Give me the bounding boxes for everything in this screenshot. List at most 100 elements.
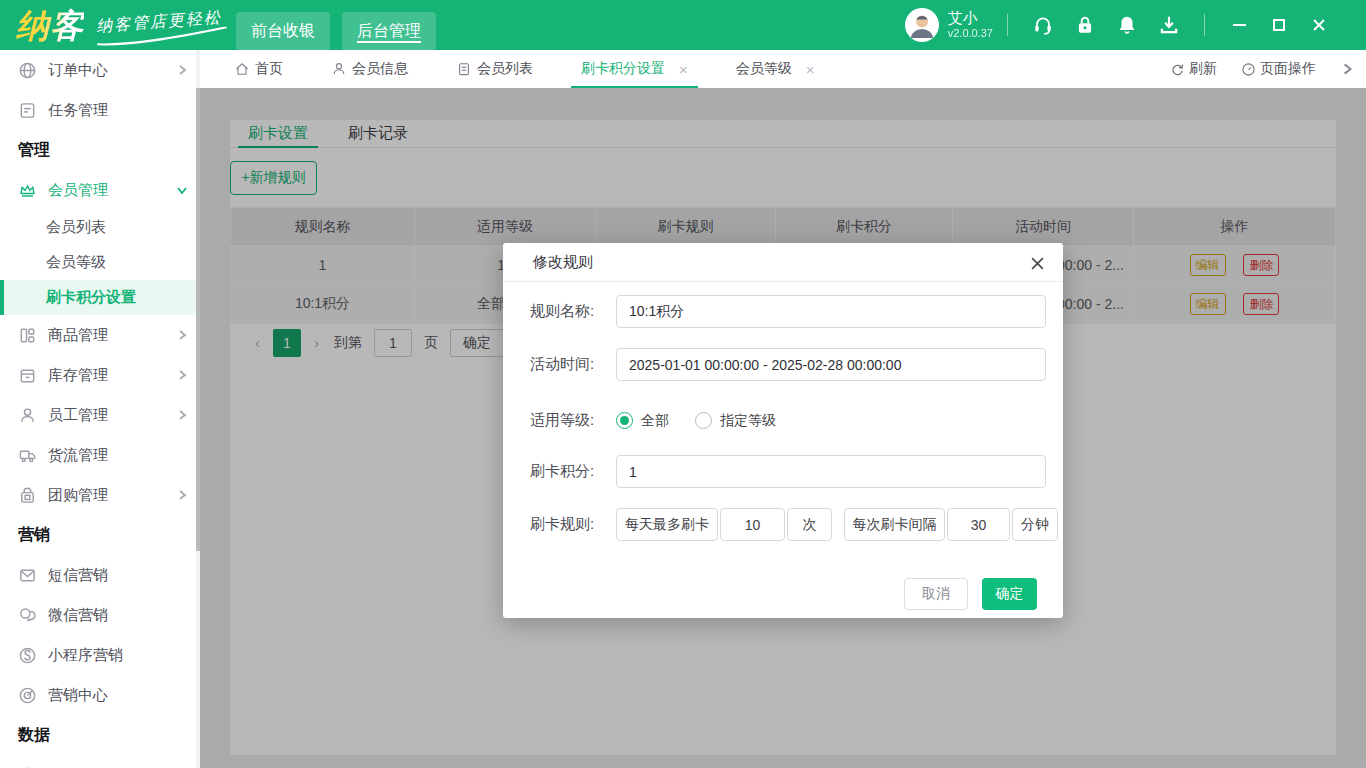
chevron-right-icon	[176, 369, 188, 381]
sidebar-item-groupbuy-mgmt[interactable]: 团购管理	[0, 475, 200, 515]
sidebar-item-order-center[interactable]: 订单中心	[0, 50, 200, 90]
minimize-button[interactable]	[1230, 16, 1248, 34]
modal-header: 修改规则	[503, 243, 1063, 282]
sidebar: 订单中心 任务管理 管理 会员管理 会员列表 会员等级 刷卡积分设置 商品管理 …	[0, 50, 200, 768]
tab-close-icon[interactable]: ×	[679, 62, 688, 77]
cancel-button[interactable]: 取消	[904, 578, 968, 610]
close-button[interactable]	[1310, 16, 1328, 34]
level-row: 适用等级: 全部 指定等级	[530, 404, 1046, 437]
divider	[1007, 14, 1008, 36]
rule-name-input[interactable]: 10:1积分	[616, 295, 1046, 328]
tabbar-actions: 刷新 页面操作	[1170, 60, 1366, 78]
page-actions[interactable]: 页面操作	[1241, 60, 1316, 78]
interval-label: 每次刷卡间隔	[844, 508, 945, 541]
sidebar-item-sms-marketing[interactable]: 短信营销	[0, 555, 200, 595]
radio-specified-levels[interactable]: 指定等级	[695, 412, 776, 430]
max-swipes-input[interactable]: 10	[720, 508, 785, 541]
support-icon[interactable]	[1032, 14, 1054, 36]
chevron-right-icon	[176, 489, 188, 501]
edit-rule-modal: 修改规则 规则名称: 10:1积分 活动时间: 2025-01-01 00:00…	[503, 243, 1063, 618]
points-label: 刷卡积分:	[530, 462, 616, 481]
points-input[interactable]: 1	[616, 455, 1046, 488]
tab-close-icon[interactable]: ×	[806, 62, 815, 77]
app-window: 纳客 纳客管店更轻松 前台收银 后台管理 艾小 v2.0.0.37	[0, 0, 1366, 768]
gauge-icon	[1241, 62, 1256, 77]
envelope-icon	[18, 566, 37, 585]
download-icon[interactable]	[1158, 14, 1180, 36]
sidebar-section-management: 管理	[0, 130, 200, 170]
sidebar-item-card-points-settings[interactable]: 刷卡积分设置	[0, 280, 200, 315]
sidebar-item-inventory-mgmt[interactable]: 库存管理	[0, 355, 200, 395]
sidebar-item-wechat-marketing[interactable]: 微信营销	[0, 595, 200, 635]
nav-front-cashier[interactable]: 前台收银	[236, 12, 330, 50]
max-swipes-label: 每天最多刷卡	[616, 508, 718, 541]
target-icon	[18, 686, 37, 705]
products-icon	[18, 326, 37, 345]
user-meta: 艾小 v2.0.0.37	[948, 9, 993, 40]
tab-member-info[interactable]: 会员信息	[325, 50, 414, 88]
rule-name-row: 规则名称: 10:1积分	[530, 295, 1046, 328]
interval-input[interactable]: 30	[947, 508, 1010, 541]
level-label: 适用等级:	[530, 411, 616, 430]
activity-time-input[interactable]: 2025-01-01 00:00:00 - 2025-02-28 00:00:0…	[616, 348, 1046, 381]
points-row: 刷卡积分: 1	[530, 455, 1046, 488]
sidebar-section-marketing: 营销	[0, 515, 200, 555]
crown-icon	[18, 181, 37, 200]
user-name: 艾小	[948, 9, 993, 27]
refresh-icon	[1170, 62, 1185, 77]
logo: 纳客 纳客管店更轻松	[0, 0, 222, 50]
tab-member-list[interactable]: 会员列表	[450, 50, 539, 88]
header-right: 艾小 v2.0.0.37	[905, 0, 1366, 50]
inventory-icon	[18, 366, 37, 385]
radio-circle	[695, 412, 712, 429]
miniprogram-icon	[18, 646, 37, 665]
sidebar-item-partial[interactable]	[0, 755, 200, 768]
interval-unit: 分钟	[1012, 508, 1058, 541]
chevron-right-icon[interactable]	[1340, 62, 1354, 76]
sidebar-item-product-mgmt[interactable]: 商品管理	[0, 315, 200, 355]
top-header: 纳客 纳客管店更轻松 前台收银 后台管理 艾小 v2.0.0.37	[0, 0, 1366, 50]
chevron-right-icon	[176, 329, 188, 341]
rule-group: 每天最多刷卡 10 次 每次刷卡间隔 30 分钟	[616, 508, 1060, 541]
rule-row: 刷卡规则: 每天最多刷卡 10 次 每次刷卡间隔 30 分钟	[530, 508, 1046, 541]
sidebar-item-miniprogram-marketing[interactable]: 小程序营销	[0, 635, 200, 675]
modal-close-icon[interactable]	[1027, 253, 1047, 273]
tab-card-points-settings[interactable]: 刷卡积分设置 ×	[575, 50, 694, 88]
nav-backend-admin[interactable]: 后台管理	[342, 12, 436, 50]
globe-icon	[18, 61, 37, 80]
tab-member-level[interactable]: 会员等级 ×	[730, 50, 821, 88]
sidebar-item-staff-mgmt[interactable]: 员工管理	[0, 395, 200, 435]
chevron-right-icon	[176, 409, 188, 421]
activity-time-label: 活动时间:	[530, 355, 616, 374]
radio-all-levels[interactable]: 全部	[616, 412, 669, 430]
divider	[1204, 14, 1205, 36]
logo-tagline: 纳客管店更轻松	[95, 7, 222, 37]
person-icon	[331, 61, 347, 77]
sidebar-item-marketing-center[interactable]: 营销中心	[0, 675, 200, 715]
sidebar-item-member-mgmt[interactable]: 会员管理	[0, 170, 200, 210]
activity-time-row: 活动时间: 2025-01-01 00:00:00 - 2025-02-28 0…	[530, 348, 1046, 381]
modal-title: 修改规则	[533, 253, 593, 272]
truck-icon	[18, 446, 37, 465]
max-swipes-unit: 次	[787, 508, 832, 541]
wechat-icon	[18, 606, 37, 625]
rule-name-label: 规则名称:	[530, 302, 616, 321]
maximize-button[interactable]	[1270, 16, 1288, 34]
home-icon	[234, 61, 250, 77]
sidebar-item-logistics-mgmt[interactable]: 货流管理	[0, 435, 200, 475]
chevron-down-icon	[176, 184, 188, 196]
avatar[interactable]	[905, 8, 939, 42]
rule-label: 刷卡规则:	[530, 515, 616, 534]
sidebar-item-member-level[interactable]: 会员等级	[0, 245, 200, 280]
shopping-bag-icon	[18, 486, 37, 505]
refresh-action[interactable]: 刷新	[1170, 60, 1217, 78]
lock-icon[interactable]	[1074, 14, 1096, 36]
tab-home[interactable]: 首页	[228, 50, 289, 88]
main-nav: 前台收银 后台管理	[236, 0, 436, 50]
bell-icon[interactable]	[1116, 14, 1138, 36]
confirm-button[interactable]: 确定	[982, 578, 1037, 610]
logo-text: 纳客	[16, 7, 84, 44]
tasks-icon	[18, 101, 37, 120]
sidebar-item-member-list[interactable]: 会员列表	[0, 210, 200, 245]
sidebar-item-task-mgmt[interactable]: 任务管理	[0, 90, 200, 130]
